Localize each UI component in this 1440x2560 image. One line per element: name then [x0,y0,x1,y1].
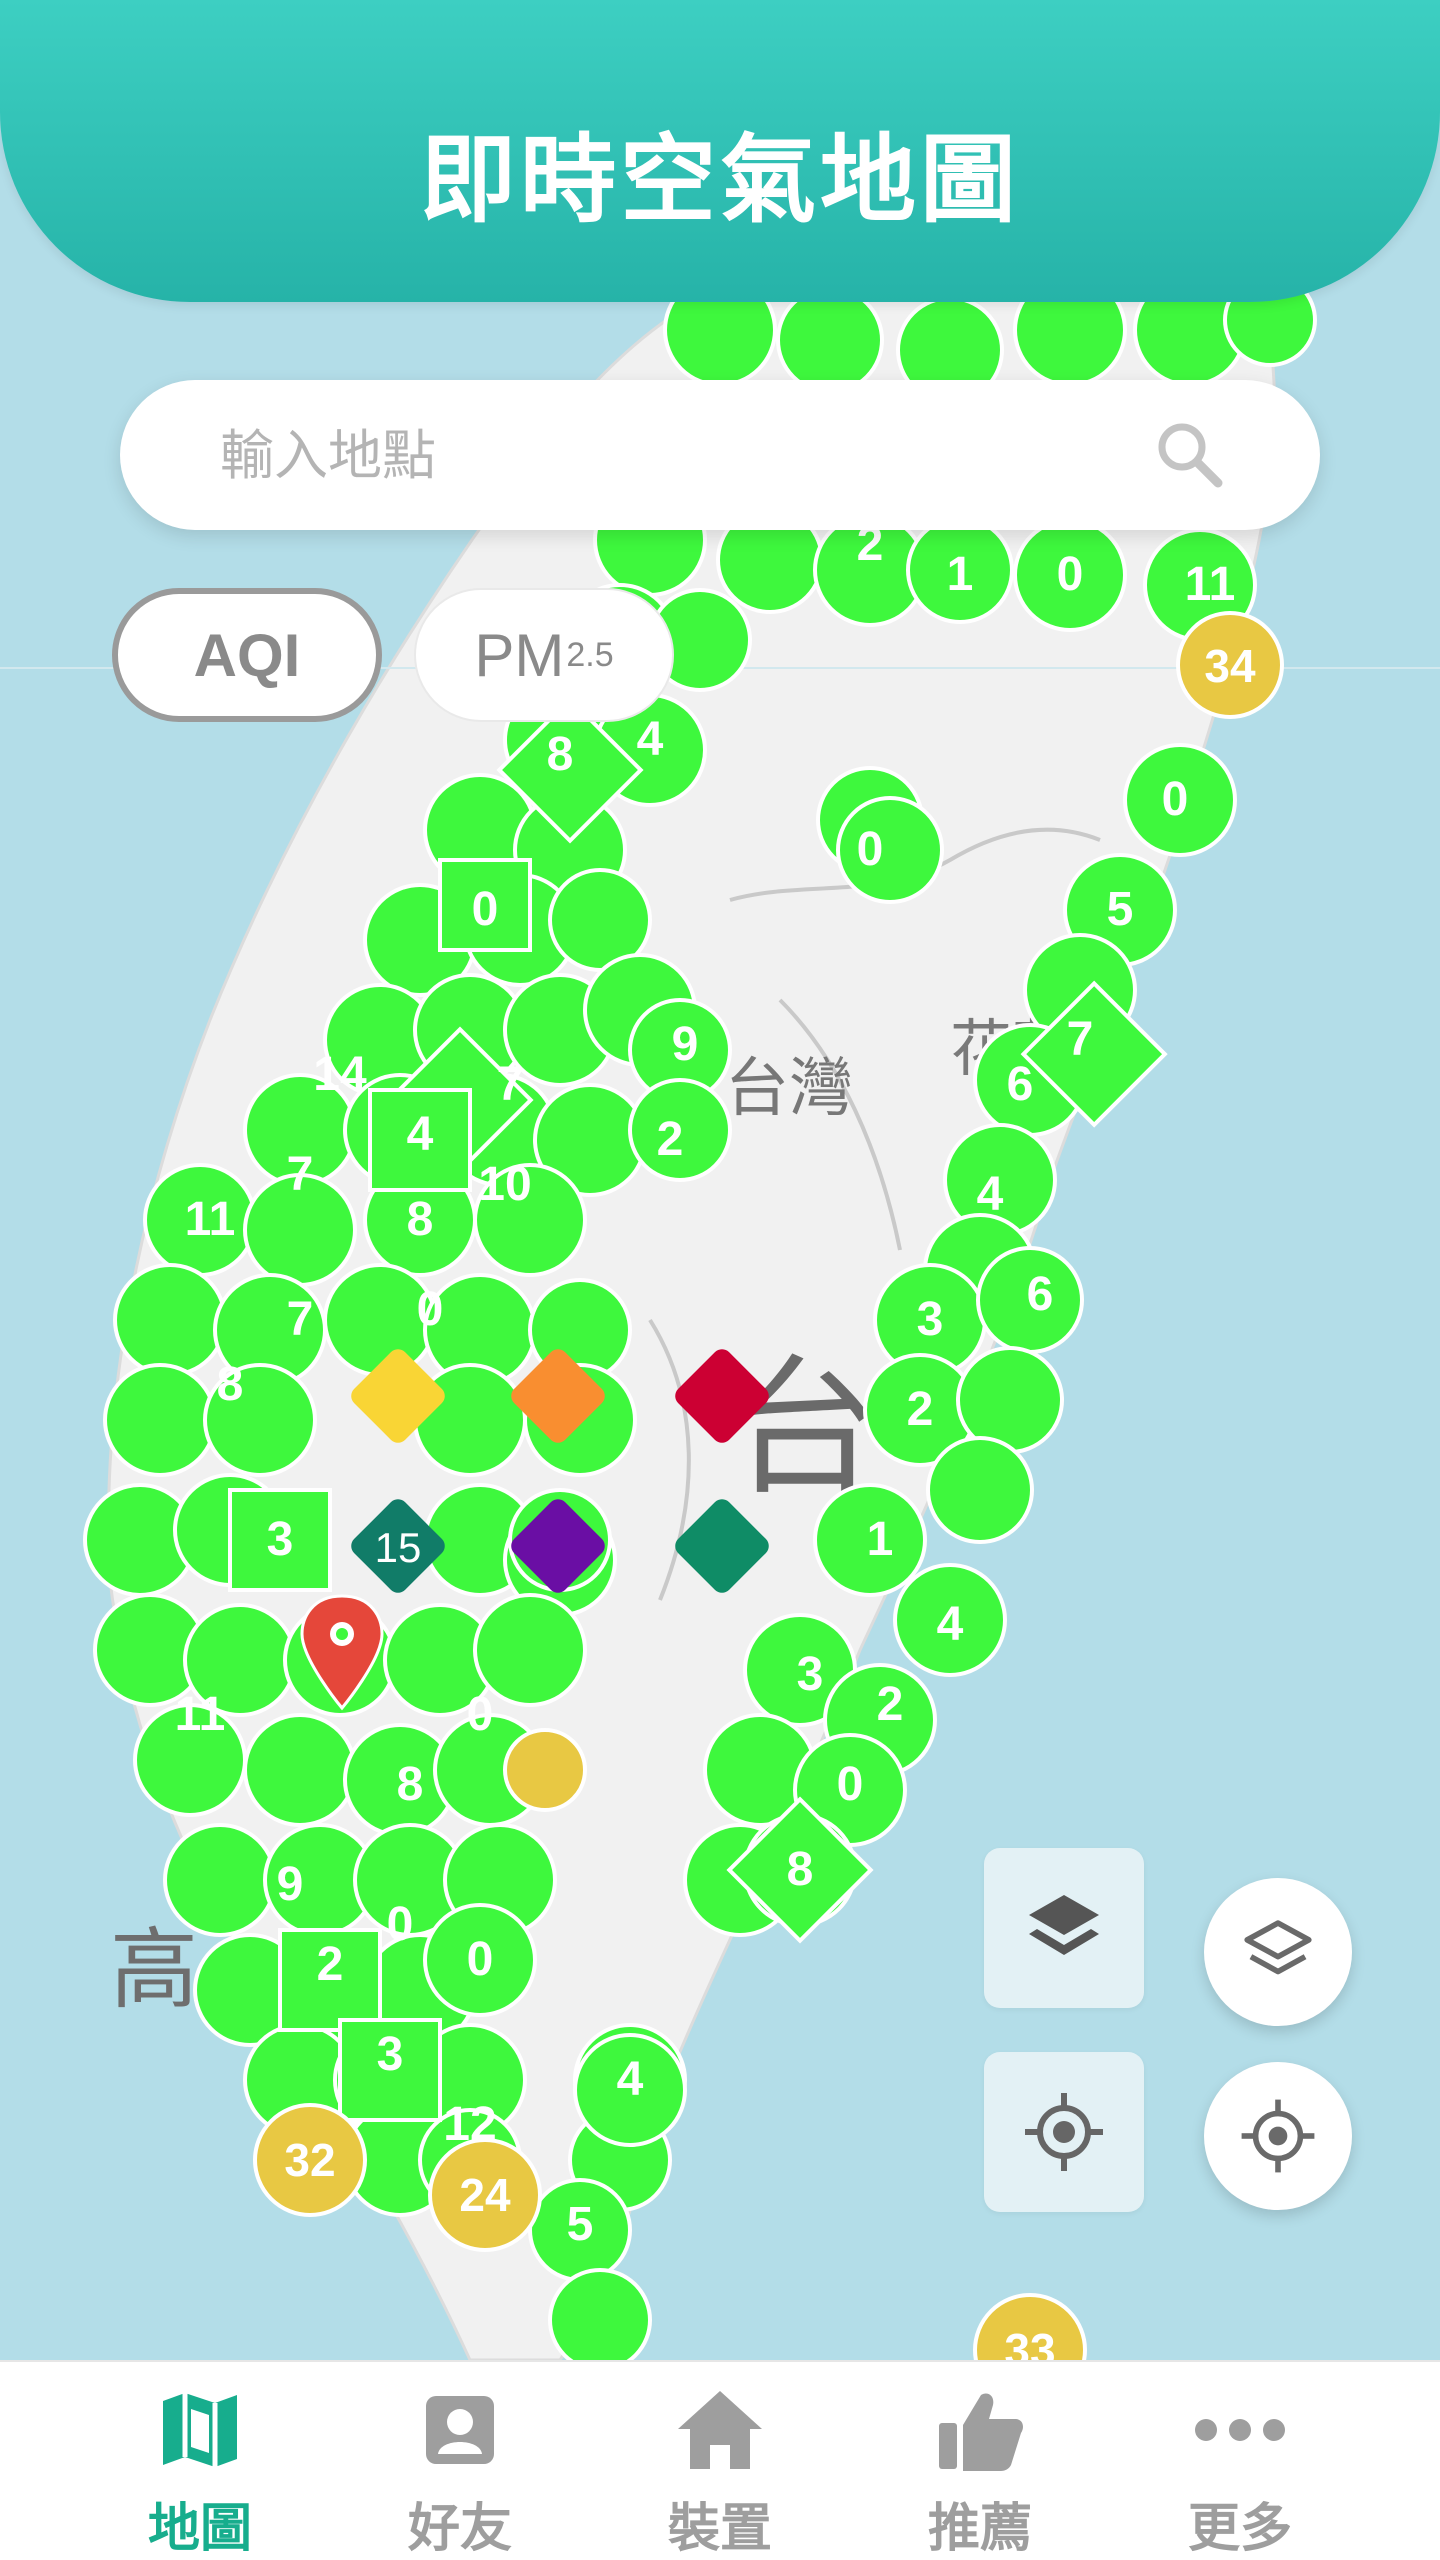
tab-recommend[interactable]: 推薦 [880,2380,1080,2560]
svg-text:9: 9 [277,1858,304,1911]
svg-text:5: 5 [567,2198,594,2251]
svg-text:1: 1 [867,1513,894,1566]
map-canvas[interactable]: 台灣 花蓮縣 高 台 [0,0,1440,2360]
svg-text:8: 8 [547,728,574,781]
svg-text:0: 0 [837,1758,864,1811]
layers-button-round[interactable] [1204,1878,1352,2026]
svg-text:7: 7 [497,1058,524,1111]
tab-devices[interactable]: 裝置 [620,2380,820,2560]
pm25-toggle[interactable]: PM 2.5 [414,588,674,722]
svg-text:6: 6 [1027,1268,1054,1321]
svg-text:14: 14 [313,1048,367,1101]
bottom-tab-bar: 地圖 好友 裝置 推薦 更多 [0,2360,1440,2560]
svg-text:4: 4 [617,2053,644,2106]
svg-text:2: 2 [657,1113,684,1166]
svg-text:8: 8 [407,1193,434,1246]
svg-text:8: 8 [217,1358,244,1411]
tab-label-recommend: 推薦 [927,2499,1032,2559]
svg-text:3: 3 [267,1513,294,1566]
svg-text:9: 9 [672,1018,699,1071]
aqi-toggle[interactable]: AQI [112,588,382,722]
map-label-kaohsiung: 高 [110,1918,198,2021]
svg-text:7: 7 [287,1293,314,1346]
tab-label-friends: 好友 [407,2499,512,2559]
app-header: 即時空氣地圖 [0,0,1440,302]
air-quality-map[interactable]: 台灣 花蓮縣 高 台 [0,0,1440,2360]
crosshair-icon [1025,2093,1103,2171]
locate-button-round[interactable] [1204,2062,1352,2210]
svg-text:3: 3 [917,1293,944,1346]
svg-text:2: 2 [877,1678,904,1731]
svg-text:4: 4 [637,713,664,766]
svg-text:24: 24 [459,2169,511,2221]
svg-text:0: 0 [387,1898,414,1951]
svg-text:0: 0 [1057,548,1084,601]
svg-text:10: 10 [478,1158,531,1211]
svg-text:3: 3 [377,2028,404,2081]
svg-text:34: 34 [1204,640,1256,692]
svg-text:0: 0 [857,823,884,876]
crosshair-icon [1241,2099,1315,2173]
svg-text:11: 11 [175,1688,226,1741]
page-title: 即時空氣地圖 [420,123,1020,236]
tab-map[interactable]: 地圖 [100,2380,300,2560]
more-icon [1190,2380,1290,2480]
layers-icon [1244,1920,1312,1975]
map-icon [150,2380,250,2480]
tab-label-devices: 裝置 [667,2499,772,2559]
svg-text:2: 2 [907,1383,934,1436]
person-icon [410,2380,510,2480]
svg-text:4: 4 [937,1598,964,1651]
svg-text:11: 11 [1185,558,1236,611]
svg-text:6: 6 [1007,1058,1034,1111]
svg-text:0: 0 [467,1933,494,1986]
svg-text:4: 4 [977,1168,1004,1221]
tab-friends[interactable]: 好友 [360,2380,560,2560]
tab-label-map: 地圖 [147,2499,252,2559]
svg-text:1: 1 [947,548,974,601]
svg-text:2: 2 [317,1938,344,1991]
svg-text:5: 5 [1107,883,1134,936]
svg-text:8: 8 [397,1758,424,1811]
layers-icon [1029,1895,1099,1955]
pm25-toggle-label: PM [474,621,565,689]
thumbs-up-icon [930,2380,1030,2480]
svg-text:7: 7 [287,1148,314,1201]
svg-text:0: 0 [472,883,499,936]
aqi-toggle-label: AQI [193,621,301,689]
home-icon [670,2380,770,2480]
search-icon[interactable] [1150,415,1230,495]
svg-text:4: 4 [407,1108,434,1161]
tab-label-more: 更多 [1187,2499,1292,2559]
svg-text:0: 0 [467,1688,494,1741]
layers-button-square[interactable] [984,1848,1144,2008]
pm25-subscript: 2.5 [566,635,614,674]
svg-text:0: 0 [417,1283,444,1336]
tab-more[interactable]: 更多 [1140,2380,1340,2560]
svg-text:0: 0 [1162,773,1189,826]
svg-text:11: 11 [185,1193,236,1246]
svg-text:8: 8 [787,1843,814,1896]
locate-button-square[interactable] [984,2052,1144,2212]
map-label-taiwan: 台灣 [725,1052,853,1126]
svg-text:3: 3 [797,1648,824,1701]
svg-text:33: 33 [1004,2324,1055,2360]
search-input[interactable] [220,423,1150,487]
search-bar[interactable] [120,380,1320,530]
legend-number: 15 [375,1524,422,1571]
svg-text:7: 7 [1067,1013,1094,1066]
svg-text:32: 32 [284,2134,335,2186]
app-screen: 台灣 花蓮縣 高 台 [0,0,1440,2560]
